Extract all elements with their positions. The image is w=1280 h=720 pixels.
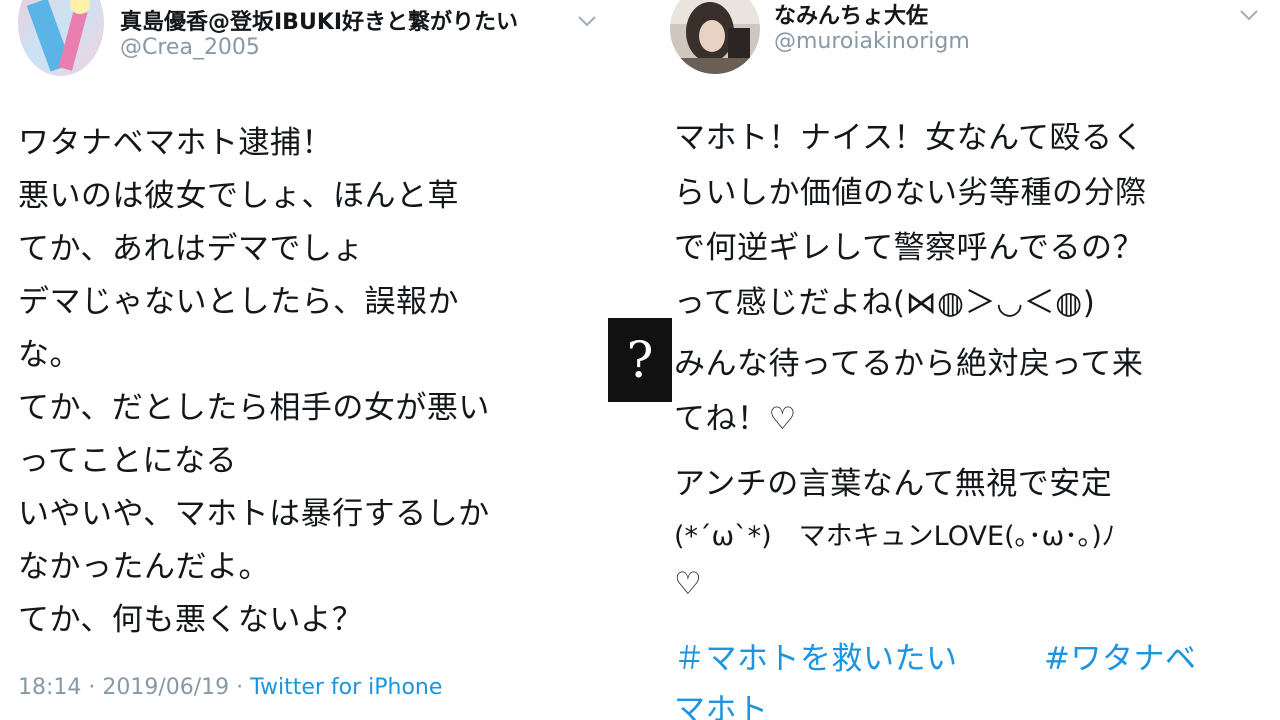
right-tweet-line: らいしか価値のない劣等種の分際: [674, 175, 1147, 211]
left-tweet-source-link[interactable]: Twitter for iPhone: [250, 675, 442, 700]
right-tweet-line: マホト！ナイス！女なんて殴るく: [674, 120, 1145, 156]
left-tweet-line: てか、あれはデマでしょ: [18, 231, 364, 267]
right-tweet-line: アンチの言葉なんて無視で安定: [674, 466, 1113, 502]
right-chevron-down-icon[interactable]: [1238, 8, 1260, 22]
left-display-name[interactable]: 真島優香@登坂IBUKI好きと繋がりたい: [120, 4, 518, 36]
left-tweet-meta: 18:14 · 2019/06/19 · Twitter for iPhone: [18, 675, 442, 700]
right-tweet-line: てね！♡: [674, 401, 797, 437]
right-tweet: なみんちょ大佐 @muroiakinorigm マホト！ナイス！女なんて殴るく …: [612, 0, 1280, 720]
left-tweet-line: デマじゃないとしたら、誤報か: [18, 284, 459, 320]
left-avatar[interactable]: [18, 0, 104, 76]
right-tweet-line: ♡: [674, 566, 703, 602]
left-tweet-line: なかったんだよ。: [18, 549, 270, 585]
right-tweet-line: (*ˊωˋ*) マホキュンLOVE(｡･ω･｡)ﾉ: [674, 521, 1116, 552]
left-tweet: 真島優香@登坂IBUKI好きと繋がりたい @Crea_2005 ワタナベマホト逮…: [0, 0, 612, 720]
right-display-name[interactable]: なみんちょ大佐: [774, 0, 928, 30]
right-handle[interactable]: @muroiakinorigm: [774, 29, 970, 54]
right-tweet-line: みんな待ってるから絶対戻って来: [674, 346, 1144, 382]
left-tweet-line: いやいや、マホトは暴行するしか: [18, 496, 490, 532]
left-tweet-line: てか、何も悪くないよ？: [18, 602, 364, 638]
left-tweet-time[interactable]: 18:14 · 2019/06/19 ·: [18, 675, 250, 700]
left-chevron-down-icon[interactable]: [576, 14, 598, 28]
right-tweet-line: で何逆ギレして警察呼んでるの？: [674, 230, 1145, 266]
right-tweet-line: って感じだよね(⋈◍＞◡＜◍): [674, 285, 1096, 321]
left-handle[interactable]: @Crea_2005: [120, 35, 260, 60]
right-avatar[interactable]: [670, 0, 760, 74]
left-tweet-line: な。: [18, 337, 81, 373]
left-tweet-line: てか、だとしたら相手の女が悪い: [18, 390, 490, 426]
question-mark-overlay: ?: [608, 318, 672, 402]
left-tweet-line: ワタナベマホト逮捕！: [18, 125, 333, 161]
right-hashtag[interactable]: ＃マホトを救いたい: [674, 633, 958, 678]
right-hashtag[interactable]: #ワタナベ: [1044, 633, 1196, 678]
left-tweet-line: 悪いのは彼女でしょ、ほんと草: [18, 178, 459, 214]
right-hashtag[interactable]: マホト: [674, 684, 769, 720]
left-avatar-image: [18, 0, 104, 76]
right-avatar-image: [670, 0, 760, 74]
left-tweet-line: ってことになる: [18, 443, 237, 479]
